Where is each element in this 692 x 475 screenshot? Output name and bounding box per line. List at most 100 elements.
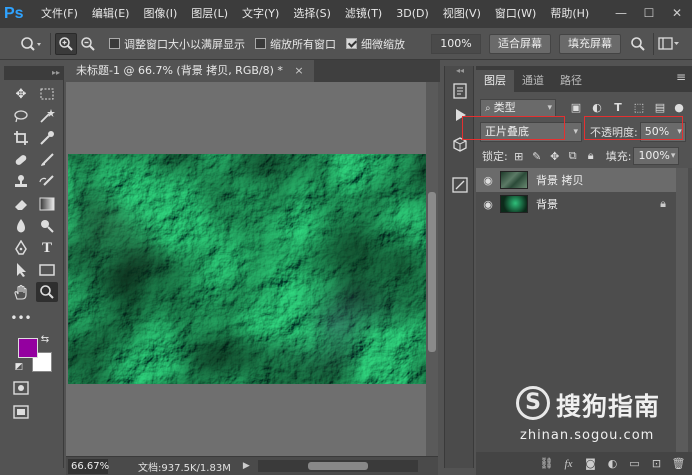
document-image[interactable] bbox=[68, 154, 426, 384]
fill-field[interactable]: 100% ▾ bbox=[633, 147, 680, 165]
filter-type-icon[interactable]: T bbox=[610, 100, 626, 116]
panel-menu-icon[interactable]: ≡ bbox=[676, 70, 686, 84]
filter-smart-object-icon[interactable]: ▤ bbox=[652, 100, 668, 116]
menu-help[interactable]: 帮助(H) bbox=[543, 0, 596, 28]
swap-colors-icon[interactable]: ⇆ bbox=[38, 332, 52, 346]
dock-collapse-icon[interactable]: ◂◂ bbox=[451, 66, 469, 76]
menu-file[interactable]: 文件(F) bbox=[34, 0, 85, 28]
menu-3d[interactable]: 3D(D) bbox=[389, 0, 436, 28]
status-menu-arrow-icon[interactable]: ▶ bbox=[243, 461, 250, 471]
gradient-tool-icon[interactable] bbox=[36, 194, 58, 214]
fit-screen-button[interactable]: 适合屏幕 bbox=[489, 33, 551, 54]
zoom-tool-icon[interactable] bbox=[36, 282, 58, 302]
zoom-all-box[interactable] bbox=[255, 38, 266, 49]
scrubby-zoom-box[interactable] bbox=[346, 38, 357, 49]
foreground-color-swatch[interactable] bbox=[18, 338, 38, 358]
marquee-tool-icon[interactable] bbox=[36, 84, 58, 104]
menu-select[interactable]: 选择(S) bbox=[286, 0, 338, 28]
filter-shape-icon[interactable]: ⬚ bbox=[631, 100, 647, 116]
link-layers-icon[interactable]: ⛓ bbox=[539, 457, 554, 470]
lock-position-icon[interactable]: ✥ bbox=[548, 150, 562, 163]
screen-mode-icon[interactable] bbox=[10, 402, 32, 422]
delete-layer-icon[interactable]: 🗑︎ bbox=[671, 457, 686, 470]
lock-all-icon[interactable]: 🔒︎ bbox=[584, 149, 598, 163]
layers-panel-footer: ⛓ fx ◙ ◐ ▭ ⊡ 🗑︎ bbox=[476, 452, 692, 475]
vertical-scrollbar[interactable] bbox=[426, 82, 438, 456]
tab-layers[interactable]: 图层 bbox=[476, 70, 514, 92]
workspace-icon[interactable] bbox=[658, 33, 680, 55]
tool-preset-zoom-icon[interactable] bbox=[16, 33, 46, 55]
layer-style-icon[interactable]: fx bbox=[561, 458, 576, 470]
menu-window[interactable]: 窗口(W) bbox=[488, 0, 543, 28]
pen-tool-icon[interactable] bbox=[10, 238, 32, 258]
filter-toggle-icon[interactable]: ● bbox=[671, 100, 687, 116]
type-tool-icon[interactable]: T bbox=[36, 238, 58, 258]
resize-windows-box[interactable] bbox=[109, 38, 120, 49]
lock-artboard-icon[interactable]: ⧉ bbox=[566, 149, 580, 163]
filter-pixel-icon[interactable]: ▣ bbox=[568, 100, 584, 116]
layer-filter-kind-select[interactable]: ⌕ 类型 ▾ bbox=[480, 99, 556, 117]
properties-panel-icon[interactable] bbox=[451, 176, 469, 194]
menu-image[interactable]: 图像(I) bbox=[136, 0, 184, 28]
lasso-tool-icon[interactable] bbox=[10, 106, 32, 126]
history-brush-tool-icon[interactable] bbox=[36, 172, 58, 192]
canvas-area[interactable] bbox=[66, 82, 426, 456]
lock-transparent-icon[interactable]: ⊞ bbox=[512, 150, 526, 163]
blur-tool-icon[interactable] bbox=[10, 216, 32, 236]
add-mask-icon[interactable]: ◙ bbox=[583, 457, 598, 470]
search-icon[interactable] bbox=[627, 33, 649, 55]
horizontal-scrollbar[interactable] bbox=[257, 460, 418, 472]
dodge-tool-icon[interactable] bbox=[36, 216, 58, 236]
filter-adjustment-icon[interactable]: ◐ bbox=[589, 100, 605, 116]
tools-panel: ▸▸ ✥ T ••• ⇆ ◩ bbox=[4, 66, 64, 468]
path-selection-tool-icon[interactable] bbox=[10, 260, 32, 280]
crop-tool-icon[interactable] bbox=[10, 128, 32, 148]
menu-edit[interactable]: 编辑(E) bbox=[85, 0, 137, 28]
menu-view[interactable]: 视图(V) bbox=[436, 0, 488, 28]
eraser-tool-icon[interactable] bbox=[10, 194, 32, 214]
move-tool-icon[interactable]: ✥ bbox=[10, 84, 32, 104]
layer-row-background-copy[interactable]: ◉ 背景 拷贝 bbox=[476, 168, 676, 192]
new-group-icon[interactable]: ▭ bbox=[627, 457, 642, 470]
vertical-scroll-thumb[interactable] bbox=[428, 192, 436, 352]
visibility-eye-icon[interactable]: ◉ bbox=[476, 198, 500, 211]
horizontal-scroll-thumb[interactable] bbox=[307, 462, 368, 470]
default-colors-icon[interactable]: ◩ bbox=[12, 360, 26, 374]
clone-stamp-tool-icon[interactable] bbox=[10, 172, 32, 192]
maximize-button[interactable]: ☐ bbox=[640, 4, 658, 22]
eyedropper-tool-icon[interactable] bbox=[36, 128, 58, 148]
close-button[interactable]: ✕ bbox=[668, 4, 686, 22]
zoom-in-icon[interactable] bbox=[55, 32, 77, 55]
adjustment-layer-icon[interactable]: ◐ bbox=[605, 457, 620, 470]
minimize-button[interactable]: — bbox=[612, 4, 630, 22]
resize-windows-checkbox[interactable]: 调整窗口大小以满屏显示 bbox=[109, 36, 245, 52]
magic-wand-tool-icon[interactable] bbox=[36, 106, 58, 126]
document-close-icon[interactable]: × bbox=[294, 64, 303, 77]
zoom-all-checkbox[interactable]: 缩放所有窗口 bbox=[255, 36, 336, 52]
visibility-eye-icon[interactable]: ◉ bbox=[476, 174, 500, 187]
tab-channels[interactable]: 通道 bbox=[514, 70, 552, 92]
zoom-out-icon[interactable] bbox=[77, 33, 99, 55]
layer-row-background[interactable]: ◉ 背景 🔒︎ bbox=[476, 192, 676, 216]
history-panel-icon[interactable] bbox=[451, 82, 469, 100]
menu-layer[interactable]: 图层(L) bbox=[184, 0, 235, 28]
tools-panel-header[interactable]: ▸▸ bbox=[4, 66, 63, 80]
fill-screen-button[interactable]: 填充屏幕 bbox=[559, 33, 621, 54]
zoom-level-field[interactable]: 66.67% bbox=[68, 458, 109, 474]
document-tab[interactable]: 未标题-1 @ 66.7% (背景 拷贝, RGB/8) * × bbox=[66, 60, 314, 82]
lock-image-icon[interactable]: ✎ bbox=[530, 150, 544, 163]
hand-tool-icon[interactable] bbox=[10, 282, 32, 302]
rectangle-tool-icon[interactable] bbox=[36, 260, 58, 280]
zoom-percent-field[interactable]: 100% bbox=[431, 33, 481, 54]
tab-paths[interactable]: 路径 bbox=[552, 70, 590, 92]
fill-value: 100% bbox=[638, 149, 670, 162]
healing-brush-tool-icon[interactable] bbox=[10, 150, 32, 170]
brush-tool-icon[interactable] bbox=[36, 150, 58, 170]
layer-filter-kind-value: 类型 bbox=[493, 101, 516, 114]
scrubby-zoom-checkbox[interactable]: 细微缩放 bbox=[346, 36, 405, 52]
more-tools-icon[interactable]: ••• bbox=[10, 308, 32, 328]
new-layer-icon[interactable]: ⊡ bbox=[649, 457, 664, 470]
quick-mask-icon[interactable] bbox=[10, 378, 32, 398]
menu-filter[interactable]: 滤镜(T) bbox=[338, 0, 389, 28]
menu-type[interactable]: 文字(Y) bbox=[235, 0, 286, 28]
